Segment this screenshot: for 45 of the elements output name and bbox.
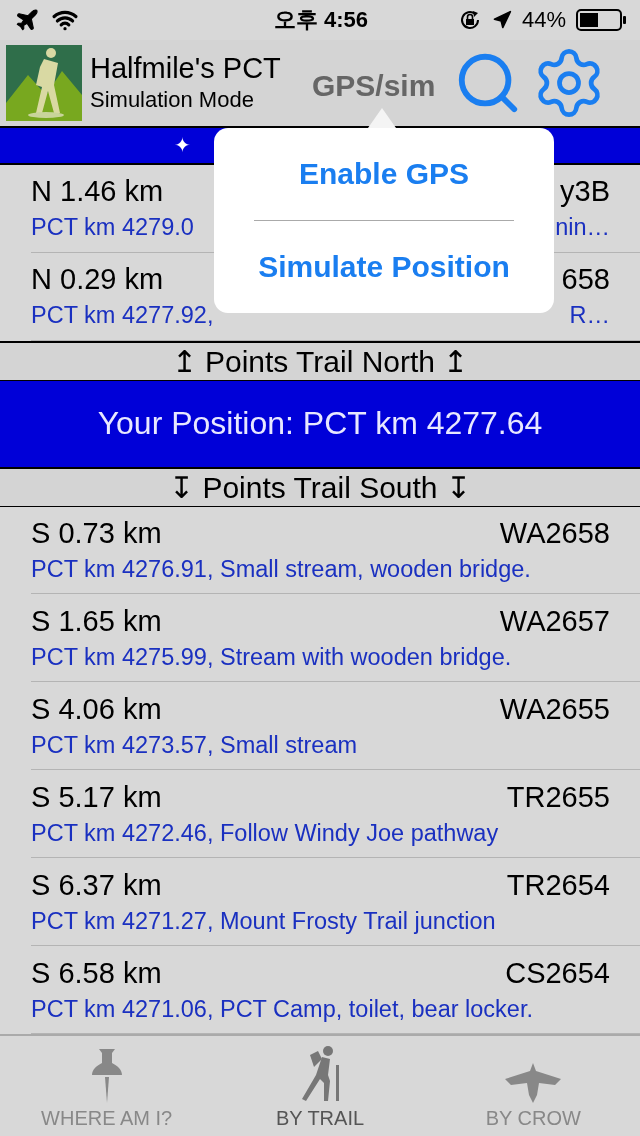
battery-icon xyxy=(576,9,628,31)
hiker-logo-icon xyxy=(6,44,82,121)
tab-bar-item[interactable]: WHERE AM I? xyxy=(0,1036,214,1136)
waypoint-description: nin… xyxy=(555,214,610,242)
distance: N 0.29 km xyxy=(31,263,164,297)
distance: N 1.46 km xyxy=(31,175,164,209)
distance: S 0.73 km xyxy=(31,517,162,550)
waypoint-description: PCT km 4272.46, Follow Windy Joe pathway xyxy=(31,819,499,847)
tab-bar-item[interactable]: BY TRAIL xyxy=(213,1036,427,1136)
north-section-header: ↥ Points Trail North ↥ xyxy=(0,340,640,381)
distance: S 1.65 km xyxy=(31,604,162,638)
waypoint-description: PCT km 4279.0 xyxy=(31,214,194,242)
waypoint-description: PCT km 4277.92, xyxy=(31,302,214,330)
waypoint-description: PCT km 4271.06, PCT Camp, toilet, bear locker. xyxy=(31,995,533,1023)
distance: S 6.37 km xyxy=(31,868,162,902)
waypoint-code: TR2655 xyxy=(506,780,610,814)
tab-bar-item[interactable]: BY CROW xyxy=(426,1036,640,1136)
sparkle-symbol: ✦ xyxy=(174,133,191,158)
popover-menu-item[interactable]: Enable GPS xyxy=(298,128,470,220)
app-subtitle: Simulation Mode xyxy=(90,87,255,114)
waypoint-description: PCT km 4276.91, Small stream, wooden bridge. xyxy=(31,556,531,583)
app-title: Halfmile's PCT xyxy=(90,52,282,86)
gps-sim-button[interactable]: GPS/sim xyxy=(312,68,436,103)
waypoint-code: 658 xyxy=(561,263,610,297)
battery-percent: 44% xyxy=(521,7,566,33)
current-position-banner: Your Position: PCT km 4277.64 xyxy=(0,380,640,467)
waypoint-description: PCT km 4271.27, Mount Frosty Trail junction xyxy=(31,907,496,935)
airplane-icon xyxy=(14,7,40,33)
distance: S 4.06 km xyxy=(31,692,162,726)
waypoint-code: TR2654 xyxy=(506,868,610,902)
waypoint-description: PCT km 4275.99, Stream with wooden bridge. xyxy=(31,643,512,671)
waypoint-code: WA2658 xyxy=(499,517,610,550)
distance: S 5.17 km xyxy=(31,780,162,814)
bird-icon xyxy=(503,1061,564,1103)
location-arrow-icon xyxy=(491,10,512,30)
waypoint-code: y3B xyxy=(560,175,610,209)
waypoint-code: CS2654 xyxy=(505,956,610,990)
waypoint-code: WA2655 xyxy=(499,692,610,726)
waypoint-description: R… xyxy=(569,302,610,330)
status-time: 오후 4:56 xyxy=(273,6,369,34)
popover-menu-item[interactable]: Simulate Position xyxy=(258,221,510,313)
distance: S 6.58 km xyxy=(31,956,162,990)
south-section-header: ↧ Points Trail South ↧ xyxy=(0,466,640,507)
waypoint-description: PCT km 4273.57, Small stream xyxy=(31,731,358,759)
waypoint-code: WA2657 xyxy=(499,604,610,638)
